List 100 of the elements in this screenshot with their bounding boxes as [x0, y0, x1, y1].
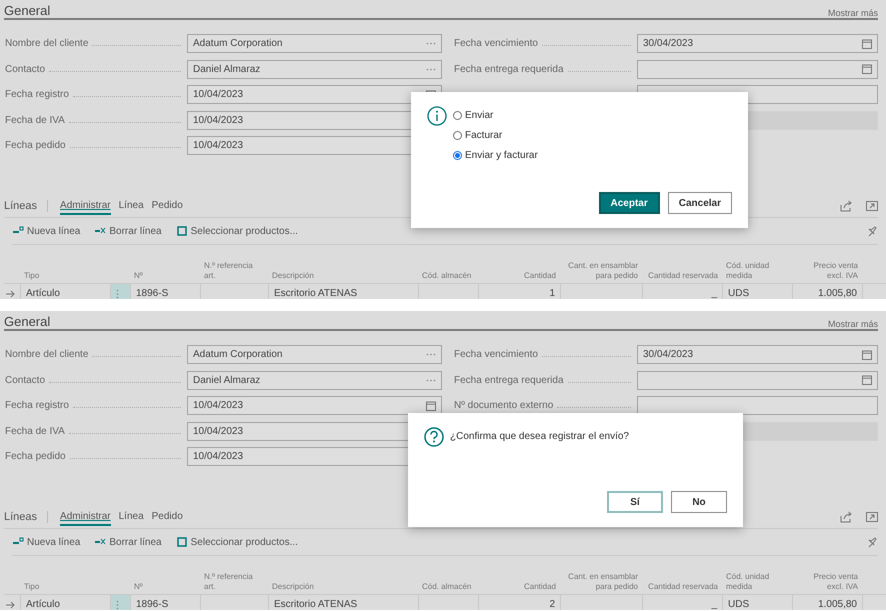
info-icon	[427, 106, 447, 126]
share-icon[interactable]	[840, 200, 852, 212]
lines-title: Líneas	[4, 200, 48, 212]
table-cell: UDS	[722, 595, 792, 610]
field-label: Fecha entrega requerida	[454, 64, 564, 74]
radio-button[interactable]	[453, 111, 462, 120]
show-more-link[interactable]: Mostrar más	[828, 319, 878, 329]
column-header: Precio venta excl. IVA	[812, 571, 859, 593]
tab[interactable]: Línea	[118, 198, 144, 214]
radio-button[interactable]	[453, 151, 462, 160]
column-header: Cantidad reservada	[647, 581, 719, 593]
field-label: Fecha de IVA	[5, 426, 65, 436]
expand-icon[interactable]	[866, 200, 878, 212]
row-menu-icon[interactable]	[116, 288, 119, 298]
column-header: Tipo	[23, 270, 40, 282]
input-field[interactable]: Adatum Corporation	[187, 345, 442, 364]
more-icon[interactable]	[426, 42, 436, 45]
field-label: Fecha pedido	[5, 451, 66, 462]
column-header: N.º referencia art.	[203, 260, 254, 282]
calendar-icon[interactable]	[862, 375, 872, 385]
column-header: Cód. unidad medida	[725, 571, 770, 593]
column-header: N.º referencia art.	[203, 571, 254, 593]
field-label: Fecha vencimiento	[454, 38, 538, 49]
section-title: General	[4, 314, 50, 329]
calendar-icon[interactable]	[862, 350, 872, 360]
row-menu-icon[interactable]	[116, 600, 119, 610]
expand-icon[interactable]	[866, 511, 878, 523]
input-field[interactable]	[637, 396, 878, 415]
toolbar-action[interactable]: Borrar línea	[94, 536, 162, 548]
column-header: Cód. almacén	[421, 581, 472, 593]
table-cell: _	[642, 595, 722, 610]
input-field[interactable]: Daniel Almaraz	[187, 370, 442, 390]
more-icon[interactable]	[426, 353, 436, 356]
column-header: Cant. en ensamblar para pedido	[567, 571, 639, 593]
question-icon	[424, 427, 444, 447]
tab[interactable]: Línea	[118, 508, 144, 526]
field-label: Contacto	[5, 374, 46, 386]
input-field[interactable]: 30/04/2023	[637, 34, 878, 53]
select-items-icon	[176, 226, 188, 236]
table-cell: _	[642, 284, 722, 299]
radio-option[interactable]: Enviar y facturar	[453, 150, 538, 161]
arrow-icon	[6, 600, 16, 608]
toolbar-action[interactable]: Nueva línea	[12, 226, 80, 236]
radio-option[interactable]: Enviar	[453, 110, 538, 121]
input-field[interactable]: Adatum Corporation	[187, 34, 442, 53]
more-icon[interactable]	[426, 68, 436, 70]
table-cell: 1.005,80	[792, 284, 862, 299]
column-header: Nº	[133, 270, 144, 282]
pin-icon[interactable]	[866, 536, 878, 548]
section-title: General	[4, 3, 50, 18]
table-cell: 2	[478, 595, 560, 610]
tab[interactable]: Administrar	[60, 198, 111, 214]
table-cell: UDS	[722, 284, 792, 299]
select-items-icon	[176, 537, 188, 547]
column-header: Tipo	[23, 581, 40, 593]
toolbar-action[interactable]: Nueva línea	[12, 536, 80, 548]
input-field[interactable]: Daniel Almaraz	[187, 60, 442, 78]
delete-line-icon	[94, 226, 106, 236]
table-cell: 1896-S	[130, 595, 200, 610]
tab[interactable]: Administrar	[60, 508, 111, 526]
arrow-icon	[6, 290, 16, 298]
more-icon[interactable]	[426, 378, 436, 382]
calendar-icon[interactable]	[862, 38, 872, 48]
calendar-icon[interactable]	[862, 64, 872, 74]
input-field[interactable]: 10/04/2023	[187, 85, 442, 104]
toolbar-action[interactable]: Borrar línea	[94, 226, 162, 236]
dialog-button[interactable]: Sí	[607, 491, 663, 513]
table-cell: 1.005,80	[792, 595, 862, 610]
calendar-icon[interactable]	[426, 400, 436, 410]
field-label: Fecha entrega requerida	[454, 374, 564, 386]
dialog-button[interactable]: Cancelar	[668, 192, 732, 214]
input-field[interactable]	[637, 60, 878, 78]
field-label: Fecha pedido	[5, 140, 66, 151]
column-header: Descripción	[271, 581, 315, 593]
input-field[interactable]: 10/04/2023	[187, 396, 442, 415]
dialog-button[interactable]: No	[671, 491, 727, 513]
input-field[interactable]: 30/04/2023	[637, 345, 878, 364]
tab[interactable]: Pedido	[152, 508, 183, 526]
tab[interactable]: Pedido	[152, 198, 183, 214]
pin-icon[interactable]	[866, 225, 878, 237]
radio-button[interactable]	[453, 131, 462, 140]
column-header: Cantidad	[522, 581, 557, 593]
field-label: Nombre del cliente	[5, 38, 88, 49]
dialog-message: ¿Confirma que desea registrar el envío?	[450, 431, 629, 444]
toolbar-action[interactable]: Seleccionar productos...	[176, 226, 298, 236]
radio-option[interactable]: Facturar	[453, 130, 538, 141]
input-field[interactable]	[637, 370, 878, 390]
dialog-button[interactable]: Aceptar	[598, 192, 660, 214]
column-header: Cantidad reservada	[647, 270, 719, 282]
column-header: Cód. unidad medida	[725, 260, 770, 282]
column-header: Nº	[133, 581, 144, 593]
toolbar-action[interactable]: Seleccionar productos...	[176, 536, 298, 548]
lines-title: Líneas	[4, 511, 48, 523]
field-label: Contacto	[5, 64, 46, 74]
show-more-link[interactable]: Mostrar más	[828, 8, 878, 18]
field-label: Fecha registro	[5, 400, 69, 411]
share-icon[interactable]	[840, 511, 852, 523]
table-cell: Escritorio ATENAS	[268, 595, 418, 610]
field-label: Nº documento externo	[454, 400, 554, 411]
add-line-icon	[12, 537, 24, 547]
